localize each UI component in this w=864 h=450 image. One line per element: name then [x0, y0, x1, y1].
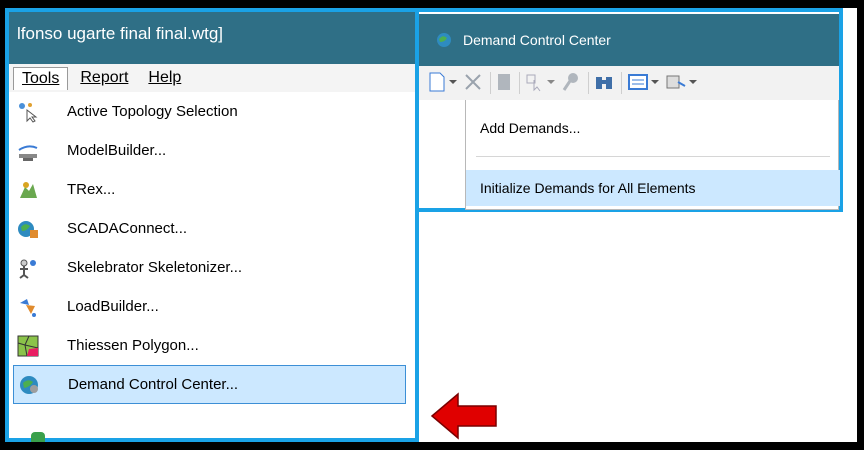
toolbar — [419, 66, 839, 100]
properties-icon[interactable] — [666, 72, 686, 94]
window-title: lfonso ugarte final final.wtg] — [9, 12, 415, 64]
right-window-title: Demand Control Center — [463, 32, 611, 48]
tools-menu: Active Topology Selection ModelBuilder..… — [9, 92, 413, 404]
menu-item-label: TRex... — [67, 181, 116, 198]
menu-item-scadaconnect[interactable]: SCADAConnect... — [9, 209, 413, 248]
find-icon[interactable] — [595, 72, 613, 94]
table-icon[interactable] — [628, 72, 648, 94]
topology-selection-icon — [17, 101, 39, 123]
left-window: lfonso ugarte final final.wtg] Tools Rep… — [5, 8, 419, 442]
modelbuilder-icon — [17, 140, 39, 162]
loadbuilder-icon — [17, 296, 39, 318]
next-menu-item-icon — [31, 432, 45, 442]
menu-item-add-demands[interactable]: Add Demands... — [466, 110, 840, 146]
menu-item-initialize-demands[interactable]: Initialize Demands for All Elements — [466, 170, 840, 206]
trex-icon — [17, 179, 39, 201]
toolbar-separator — [519, 72, 520, 94]
pin-icon[interactable] — [562, 72, 580, 94]
demand-control-center-icon — [435, 31, 453, 49]
toolbar-separator — [621, 72, 622, 94]
menu-item-label: Demand Control Center... — [68, 376, 239, 393]
menu-item-active-topology-selection[interactable]: Active Topology Selection — [9, 92, 413, 131]
right-window: Demand Control Center Add Demands... Ini… — [419, 8, 857, 212]
menu-report-label: Report — [80, 69, 129, 86]
document-icon[interactable] — [497, 72, 511, 94]
menu-tools-label: Tools — [22, 69, 60, 87]
delete-icon[interactable] — [464, 72, 482, 94]
menu-report[interactable]: Report — [72, 67, 136, 89]
menu-item-trex[interactable]: TRex... — [9, 170, 413, 209]
chevron-down-icon[interactable] — [688, 72, 698, 94]
red-arrow-icon — [430, 392, 497, 440]
menu-item-label: LoadBuilder... — [67, 298, 159, 315]
chevron-down-icon[interactable] — [650, 72, 660, 94]
menu-item-label: Thiessen Polygon... — [67, 337, 199, 354]
scadaconnect-icon — [17, 218, 39, 240]
menu-item-modelbuilder[interactable]: ModelBuilder... — [9, 131, 413, 170]
menu-help-label: Help — [148, 69, 182, 86]
menu-item-label: SCADAConnect... — [67, 220, 188, 237]
new-icon[interactable] — [429, 72, 445, 94]
new-dropdown-menu: Add Demands... Initialize Demands for Al… — [465, 100, 840, 210]
menu-item-demand-control-center[interactable]: Demand Control Center... — [13, 365, 406, 404]
toolbar-separator — [490, 72, 491, 94]
menu-item-label: Active Topology Selection — [67, 103, 238, 120]
thiessen-polygon-icon — [17, 335, 39, 357]
chevron-down-icon[interactable] — [448, 72, 458, 94]
menu-item-label: Skelebrator Skeletonizer... — [67, 259, 243, 276]
toolbar-separator — [588, 72, 589, 94]
screenshot-frame: lfonso ugarte final final.wtg] Tools Rep… — [5, 8, 857, 442]
menu-item-label: ModelBuilder... — [67, 142, 167, 159]
menu-help[interactable]: Help — [140, 67, 189, 89]
menubar: Tools Report Help — [9, 64, 415, 92]
menu-item-thiessen-polygon[interactable]: Thiessen Polygon... — [9, 326, 413, 365]
select-icon[interactable] — [526, 72, 544, 94]
menu-separator — [476, 156, 830, 157]
menu-item-loadbuilder[interactable]: LoadBuilder... — [9, 287, 413, 326]
menu-tools[interactable]: Tools — [13, 66, 69, 90]
chevron-down-icon[interactable] — [546, 72, 556, 94]
skelebrator-icon — [17, 257, 39, 279]
menu-item-skelebrator[interactable]: Skelebrator Skeletonizer... — [9, 248, 413, 287]
right-window-titlebar: Demand Control Center — [419, 14, 839, 66]
demand-control-center-icon — [18, 374, 40, 396]
